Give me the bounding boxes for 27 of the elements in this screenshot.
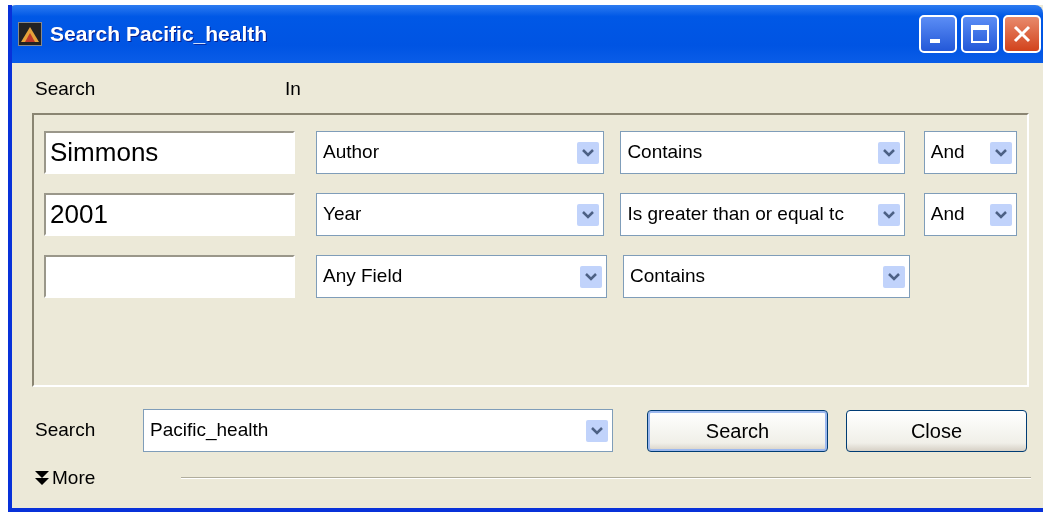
in-column-label: In bbox=[285, 77, 301, 101]
minimize-icon bbox=[930, 39, 940, 43]
field-dropdown[interactable]: Author bbox=[316, 131, 605, 174]
search-button[interactable]: Search bbox=[647, 409, 828, 452]
close-dialog-button[interactable]: Close bbox=[846, 409, 1027, 452]
search-label: Search bbox=[35, 418, 97, 443]
search-term-field[interactable]: 2001 bbox=[44, 193, 295, 236]
maximize-icon bbox=[970, 24, 990, 44]
double-chevron-down-icon bbox=[35, 470, 49, 487]
operator-dropdown[interactable]: Contains bbox=[620, 131, 905, 174]
search-column-label: Search bbox=[35, 77, 97, 101]
conjunction-dropdown[interactable]: And bbox=[923, 193, 1017, 236]
field-dropdown[interactable]: Any Field bbox=[316, 255, 607, 298]
minimize-button[interactable] bbox=[919, 15, 957, 53]
field-dropdown[interactable]: Year bbox=[316, 193, 605, 236]
app-icon bbox=[18, 22, 42, 46]
search-term-field[interactable]: Simmons bbox=[44, 131, 295, 174]
database-dropdown[interactable]: Pacific_health bbox=[143, 409, 613, 452]
maximize-button[interactable] bbox=[961, 15, 999, 53]
close-icon bbox=[1011, 23, 1033, 45]
conjunction-dropdown[interactable]: And bbox=[923, 131, 1017, 174]
operator-dropdown[interactable]: Contains bbox=[623, 255, 910, 298]
search-term-field[interactable] bbox=[44, 255, 295, 298]
more-toggle[interactable]: More bbox=[35, 464, 96, 493]
operator-dropdown[interactable]: Is greater than or equal tc bbox=[620, 193, 905, 236]
window-title: Search Pacific_health bbox=[50, 21, 269, 48]
close-button[interactable] bbox=[1003, 15, 1041, 53]
